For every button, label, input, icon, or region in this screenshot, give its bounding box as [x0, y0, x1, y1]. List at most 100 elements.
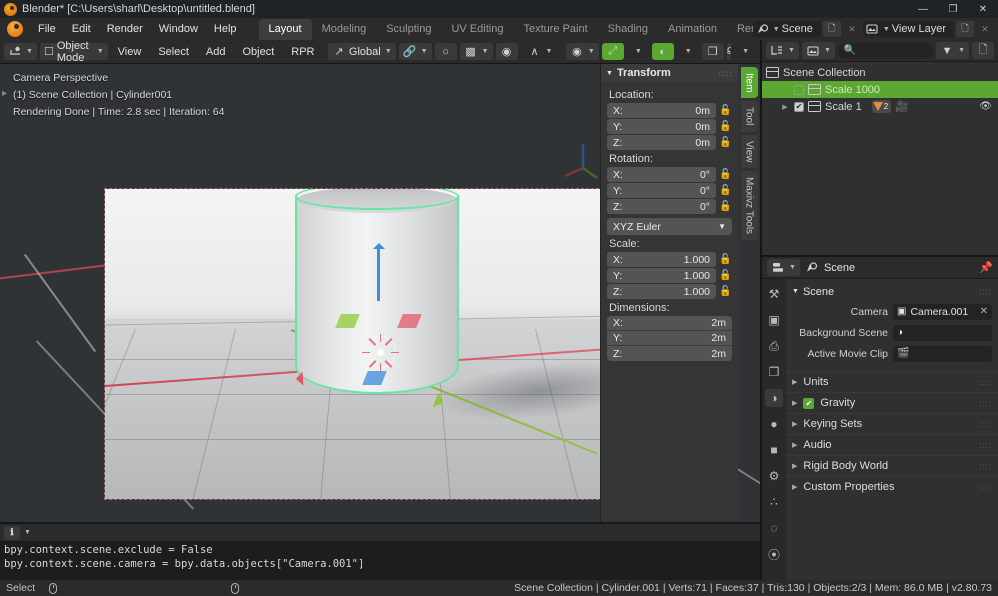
snap-toggle[interactable]: 🔗 ▼	[398, 43, 432, 60]
unlocked-padlock-icon[interactable]: 🔓	[719, 201, 732, 212]
transform-panel-header[interactable]: ▼ Transform ::::	[601, 64, 738, 82]
chevron-down-icon[interactable]: ▼	[24, 529, 31, 536]
axis-arrow-x[interactable]	[288, 371, 304, 387]
filter-icon[interactable]: ▼ ▼	[936, 42, 969, 59]
background-scene-field[interactable]: ◑	[893, 324, 992, 341]
rotation-mode-dropdown[interactable]: XYZ Euler ▼	[607, 218, 732, 235]
rotation-y-field[interactable]: Y: 0°	[607, 183, 716, 198]
maximize-button[interactable]: ❐	[938, 0, 968, 18]
properties-tab-view-layer[interactable]: ❐	[765, 363, 783, 381]
camera-object-icon[interactable]: 🎥	[895, 100, 909, 113]
collection-exclude-checkbox[interactable]: ✔	[794, 101, 804, 112]
properties-section-audio[interactable]: ▶ Audio::::	[786, 434, 998, 455]
drag-grip-icon[interactable]: ::::	[979, 378, 992, 387]
outliner-row[interactable]: Scale 1000	[762, 81, 998, 98]
new-collection-icon[interactable]: 🗋	[972, 42, 994, 59]
dimensions-y-field[interactable]: Y: 2m	[607, 331, 732, 346]
menu-help[interactable]: Help	[206, 18, 245, 40]
properties-tab-column[interactable]: ⚒ ▣ ⎙ ❐ ◑ ● ■ ⚙ ∴ ◌ ⦿	[762, 279, 786, 580]
properties-tab-object[interactable]: ■	[765, 441, 783, 459]
properties-tab-modifier[interactable]: ⚙	[765, 467, 783, 485]
rotation-z-field[interactable]: Z: 0°	[607, 199, 716, 214]
menu-window[interactable]: Window	[151, 18, 206, 40]
new-scene-icon[interactable]: 🗋	[822, 21, 841, 37]
gizmo-dropdown[interactable]: ▼	[627, 43, 649, 60]
outliner-display-mode-icon[interactable]: ▼	[766, 42, 799, 59]
drag-grip-icon[interactable]: ::::	[979, 483, 992, 492]
properties-section-gravity[interactable]: ▶ ✔ Gravity::::	[786, 392, 998, 413]
visibility-dropdown[interactable]: ◉ ▼	[565, 43, 599, 60]
info-editor-log[interactable]: bpy.context.scene.exclude = False bpy.co…	[0, 541, 760, 580]
location-y-field[interactable]: Y: 0m	[607, 119, 716, 134]
minimize-button[interactable]: —	[908, 0, 938, 18]
new-layer-icon[interactable]: 🗋	[956, 21, 974, 37]
properties-tab-constraints[interactable]: ⦿	[765, 545, 783, 563]
outliner-row[interactable]: Scene Collection	[762, 64, 998, 81]
drag-grip-icon[interactable]: ::::	[979, 420, 992, 429]
falloff-curve-dropdown[interactable]: ∧ ▼	[521, 43, 560, 60]
menu-file[interactable]: File	[30, 18, 64, 40]
scale-x-field[interactable]: X: 1.000	[607, 252, 716, 267]
workspace-tab-uv-editing[interactable]: UV Editing	[441, 19, 513, 40]
shading-wireframe-icon[interactable]: ☊	[727, 43, 731, 60]
sidebar-tab-tool[interactable]: Tool	[740, 101, 758, 132]
workspace-tab-sculpting[interactable]: Sculpting	[376, 19, 441, 40]
mesh-count-badge[interactable]: 2	[871, 100, 892, 113]
drag-grip-icon[interactable]: ::::	[979, 287, 992, 296]
close-button[interactable]: ✕	[968, 0, 998, 18]
info-editor-icon[interactable]: ℹ	[4, 525, 20, 540]
workspace-tab-texture-paint[interactable]: Texture Paint	[513, 19, 597, 40]
workspace-tab-modeling[interactable]: Modeling	[312, 19, 377, 40]
sidebar-tab-maxivz-tools[interactable]: Maxivz Tools	[740, 171, 758, 241]
unlocked-padlock-icon[interactable]: 🔓	[719, 137, 732, 148]
sidebar-tab-item[interactable]: Item	[740, 67, 758, 99]
id-type-filter-icon[interactable]: ▼	[801, 42, 835, 59]
unlocked-padlock-icon[interactable]: 🔓	[719, 286, 732, 297]
remove-scene-icon[interactable]: ✕	[843, 21, 861, 37]
sidebar-tab-view[interactable]: View	[740, 134, 758, 169]
overlays-dropdown[interactable]: ▼	[677, 43, 699, 60]
properties-tab-render[interactable]: ▣	[765, 311, 783, 329]
menu-add[interactable]: Add	[199, 43, 233, 60]
drag-grip-icon[interactable]: ::::	[979, 441, 992, 450]
properties-section-rigid-body-world[interactable]: ▶ Rigid Body World::::	[786, 455, 998, 476]
scene-selector[interactable]: ▼ Scene	[752, 21, 821, 37]
properties-tab-physics[interactable]: ◌	[765, 519, 783, 537]
properties-editor-icon[interactable]: ▼	[767, 259, 800, 276]
dimensions-z-field[interactable]: Z: 2m	[607, 346, 732, 361]
outliner-row[interactable]: ▶ ✔ Scale 1 2 🎥 👁	[762, 98, 998, 115]
editor-type-icon[interactable]: ▼	[4, 43, 37, 60]
menu-view[interactable]: View	[111, 43, 149, 60]
blender-menu-icon[interactable]	[7, 21, 23, 37]
scene-panel-header[interactable]: ▼ Scene ::::	[786, 283, 998, 300]
scale-y-field[interactable]: Y: 1.000	[607, 268, 716, 283]
menu-select[interactable]: Select	[151, 43, 196, 60]
properties-tab-particles[interactable]: ∴	[765, 493, 783, 511]
properties-section-custom-properties[interactable]: ▶ Custom Properties::::	[786, 476, 998, 497]
move-gizmo-z-arrow[interactable]	[373, 243, 384, 301]
properties-tab-world[interactable]: ●	[765, 415, 783, 433]
menu-edit[interactable]: Edit	[64, 18, 99, 40]
properties-section-units[interactable]: ▶ Units::::	[786, 371, 998, 392]
sidebar-tab-strip[interactable]: Item Tool View Maxivz Tools	[738, 64, 760, 522]
unlocked-padlock-icon[interactable]: 🔓	[719, 185, 732, 196]
gizmo-toggle[interactable]: ⤢	[601, 43, 624, 60]
dimensions-group[interactable]: X: 2m Y: 2m Z: 2m	[607, 316, 732, 361]
collection-exclude-checkbox[interactable]	[794, 84, 804, 95]
drag-grip-icon[interactable]: ::::	[979, 462, 992, 471]
view-layer-selector[interactable]: ▼ View Layer	[862, 21, 954, 37]
menu-render[interactable]: Render	[99, 18, 151, 40]
drag-grip-icon[interactable]: ::::	[979, 399, 992, 408]
properties-tab-output[interactable]: ⎙	[765, 337, 783, 355]
falloff-toggle[interactable]: ◉	[495, 43, 518, 60]
visibility-eye-icon[interactable]: 👁	[979, 101, 992, 112]
properties-section-keying-sets[interactable]: ▶ Keying Sets::::	[786, 413, 998, 434]
menu-object[interactable]: Object	[235, 43, 281, 60]
proportional-edit-toggle[interactable]: ○	[434, 43, 457, 60]
pin-icon[interactable]: 📌	[979, 261, 993, 274]
3d-cursor-icon[interactable]	[362, 334, 399, 371]
drag-grip-icon[interactable]: ::::	[718, 69, 733, 78]
window-controls[interactable]: — ❐ ✕	[908, 0, 998, 18]
transform-orientation-dropdown[interactable]: ↗ Global ▼	[327, 43, 396, 60]
xray-toggle[interactable]: ❐	[701, 43, 724, 60]
